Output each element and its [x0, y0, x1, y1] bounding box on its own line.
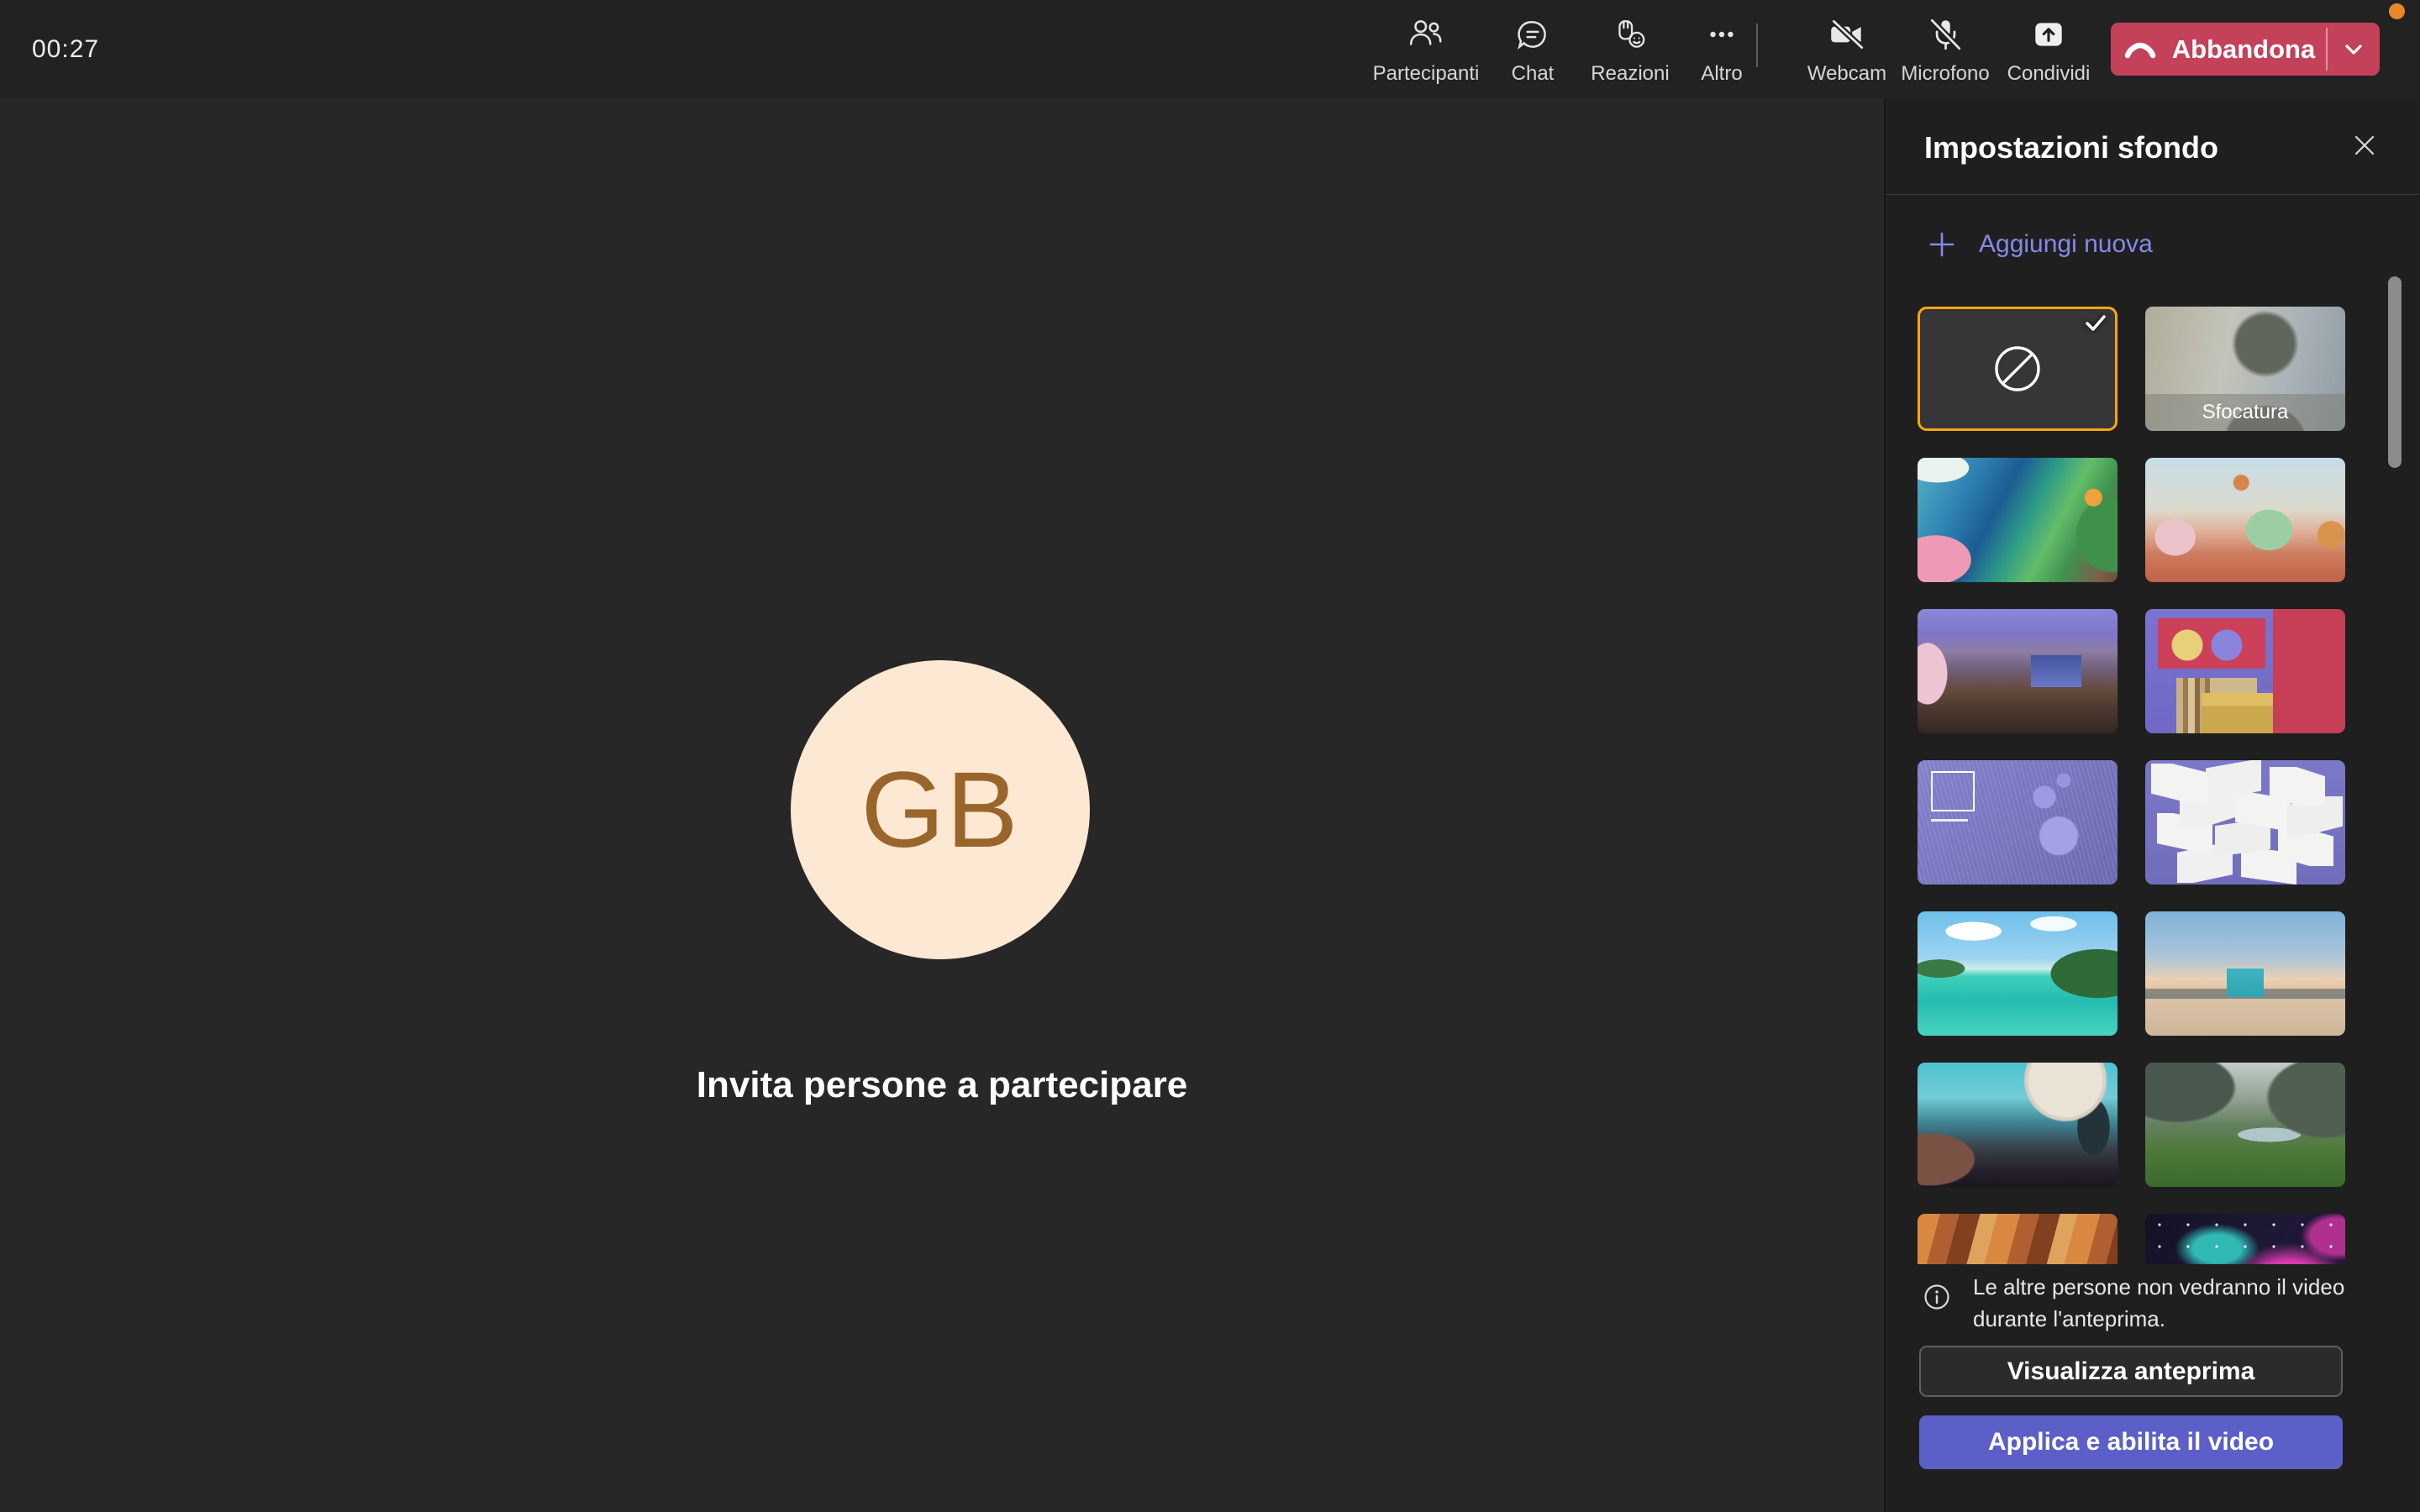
background-thumbnail-alien-planet[interactable]: [1918, 1063, 2118, 1187]
meeting-top-bar: 00:27 Partecipanti Chat: [0, 0, 2420, 98]
background-thumbnail-lifeguard-beach[interactable]: [2145, 911, 2345, 1036]
hangup-phone-icon: [2122, 37, 2159, 62]
avatar: GB: [791, 660, 1090, 959]
meeting-timer: 00:27: [32, 0, 99, 98]
reactions-icon: [1611, 13, 1649, 55]
panel-title: Impostazioni sfondo: [1924, 130, 2218, 165]
background-thumbnail-blur[interactable]: Sfocatura: [2145, 307, 2345, 431]
pantone-tag: [1931, 771, 1975, 811]
more-icon: [1702, 13, 1741, 55]
share-button[interactable]: Condividi: [1977, 13, 2120, 94]
add-new-label: Aggiungi nuova: [1979, 230, 2153, 259]
background-thumbnail-tropical-island[interactable]: [1918, 911, 2118, 1036]
preview-info-row: Le altre persone non vedranno il video d…: [1923, 1271, 2351, 1335]
background-thumbnail-galaxy-nebula[interactable]: [2145, 1214, 2345, 1264]
recording-status-dot: [2389, 3, 2405, 19]
background-thumbnail-mountain-valley[interactable]: [2145, 1063, 2345, 1187]
selected-check-icon: [2083, 312, 2108, 334]
teams-meeting-window: 00:27 Partecipanti Chat: [0, 0, 2420, 1512]
more-button[interactable]: Altro: [1650, 13, 1793, 94]
preview-button[interactable]: Visualizza anteprima: [1919, 1346, 2343, 1397]
close-icon: [2350, 131, 2379, 160]
background-thumbnail-grid: Sfocatura: [1886, 307, 2420, 1264]
background-thumbnail-very-peri-fur[interactable]: [1918, 760, 2118, 885]
chat-label: Chat: [1512, 62, 1555, 86]
invite-people-text: Invita persone a partecipare: [0, 1064, 1884, 1106]
pantone-tag-line: [1931, 819, 1968, 822]
close-panel-button[interactable]: [2346, 127, 2383, 164]
add-new-background-button[interactable]: Aggiungi nuova: [1927, 229, 2153, 260]
mic-off-icon: [1926, 13, 1965, 55]
panel-header-divider: [1886, 194, 2420, 195]
panel-footer: Le altre persone non vedranno il video d…: [1886, 1264, 2420, 1512]
toolbar-divider: [1756, 24, 1758, 67]
chevron-down-icon: [2340, 38, 2367, 61]
background-thumbnail-papercut-ocean-art[interactable]: [1918, 458, 2118, 582]
blur-label: Sfocatura: [2145, 394, 2345, 431]
leave-meeting-main[interactable]: Abbandona: [2111, 23, 2326, 76]
background-thumbnail-none[interactable]: [1918, 307, 2118, 431]
leave-meeting-button[interactable]: Abbandona: [2111, 23, 2380, 76]
background-thumbnail-pantone-swatches[interactable]: [2145, 760, 2345, 885]
microphone-label: Microfono: [1901, 62, 1989, 86]
avatar-initials: GB: [861, 748, 1020, 872]
background-thumbnail-geometric-studio[interactable]: [2145, 609, 2345, 733]
panel-scrollbar-thumb[interactable]: [2388, 276, 2402, 468]
background-settings-panel: Impostazioni sfondo Aggiungi nuova: [1884, 98, 2420, 1512]
apply-and-enable-video-button[interactable]: Applica e abilita il video: [1919, 1415, 2343, 1469]
share-label: Condividi: [2007, 62, 2091, 86]
leave-options-button[interactable]: [2328, 23, 2380, 76]
meeting-stage: GB Invita persone a partecipare: [0, 98, 1884, 1512]
leave-button-label: Abbandona: [2172, 34, 2316, 65]
chat-icon: [1513, 13, 1552, 55]
background-thumbnail-purple-living-room[interactable]: [1918, 609, 2118, 733]
more-label: Altro: [1701, 62, 1742, 86]
share-icon: [2029, 13, 2068, 55]
people-icon: [1407, 13, 1445, 55]
background-thumbnail-canyon[interactable]: [1918, 1214, 2118, 1264]
info-icon: [1923, 1283, 1951, 1311]
no-background-icon: [1993, 344, 2042, 393]
webcam-off-icon: [1827, 13, 1867, 55]
preview-info-text: Le altre persone non vedranno il video d…: [1973, 1271, 2351, 1335]
plus-icon: [1927, 229, 1957, 260]
background-thumbnail-candyland-birthday[interactable]: [2145, 458, 2345, 582]
